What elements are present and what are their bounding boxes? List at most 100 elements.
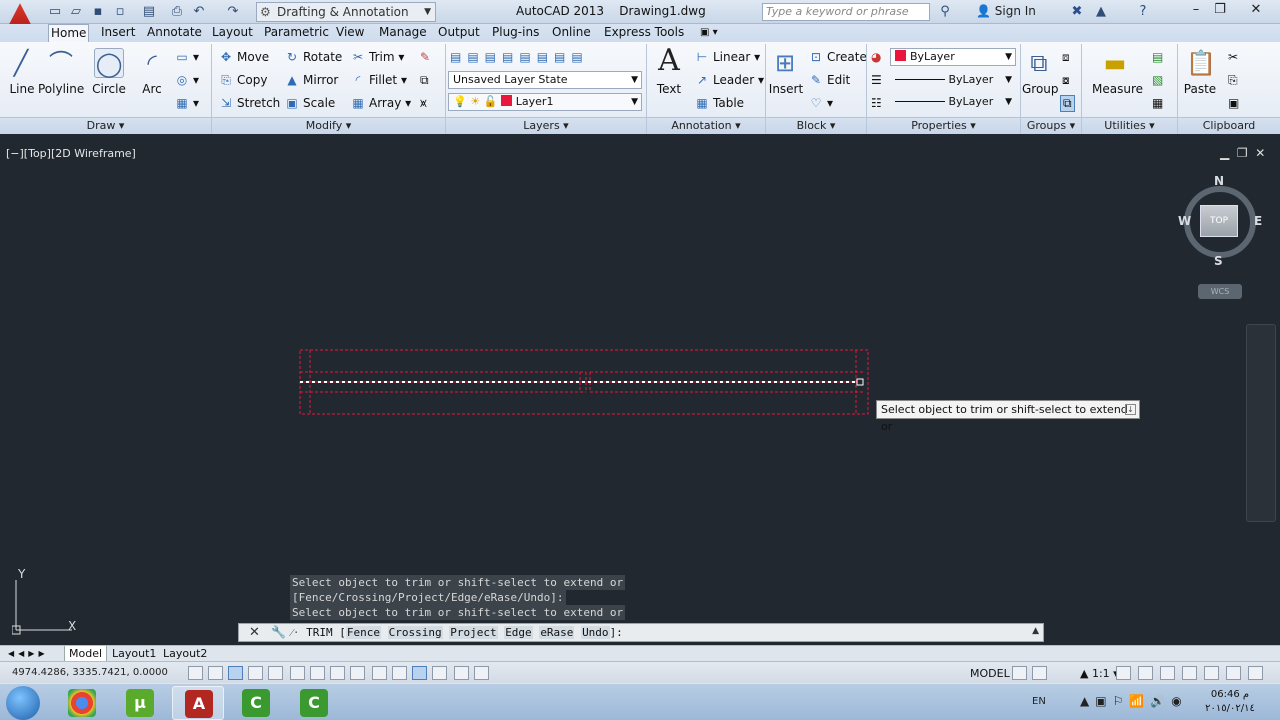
measure-icon[interactable]: ▬ — [1100, 48, 1130, 78]
close-icon[interactable]: ✕ — [249, 625, 260, 640]
option-erase[interactable]: eRase — [539, 626, 575, 639]
cut-icon[interactable]: ✂ — [1228, 50, 1238, 64]
match-icon[interactable]: ▣ — [1228, 96, 1239, 110]
edit-block-button[interactable]: ✎ Edit — [808, 73, 850, 87]
offset-icon[interactable]: ⩙ — [420, 96, 427, 111]
tab-nav-arrows[interactable]: ◀◀▶▶ — [4, 646, 53, 662]
tab-layout[interactable]: Layout — [210, 24, 255, 42]
close-icon[interactable]: ✕ — [1255, 146, 1265, 160]
tab-parametric[interactable]: Parametric — [262, 24, 331, 42]
coordinate-readout[interactable]: 4974.4286, 3335.7421, 0.0000 — [12, 667, 168, 678]
binoculars-icon[interactable]: ⚲ — [936, 3, 954, 21]
object-snap-icon[interactable] — [290, 666, 305, 680]
quick-select-icon[interactable]: ▤ — [1152, 50, 1163, 64]
model-space-toggle[interactable]: MODEL — [970, 667, 1010, 680]
taskbar-app-camtasia-2[interactable]: C — [288, 686, 340, 720]
lock-ui-icon[interactable] — [1182, 666, 1197, 680]
taskbar-app-camtasia-1[interactable]: C — [230, 686, 282, 720]
leader-button[interactable]: ↗ Leader ▾ — [694, 73, 764, 87]
option-undo[interactable]: Undo — [581, 626, 610, 639]
block-panel-title[interactable]: Block ▾ — [766, 117, 866, 134]
wrench-icon[interactable]: 🔧 — [271, 625, 286, 639]
plot-icon[interactable]: ▤ — [140, 3, 158, 21]
open-icon[interactable]: ▱ — [67, 3, 85, 21]
help-icon[interactable]: ? — [1134, 3, 1152, 21]
text-icon[interactable]: A — [654, 46, 684, 76]
dynamic-input-icon[interactable] — [372, 666, 387, 680]
undo-icon[interactable]: ↶ — [190, 3, 208, 21]
stretch-button[interactable]: ⇲ Stretch — [218, 96, 280, 110]
tab-online[interactable]: Online — [550, 24, 593, 42]
viewport-controls[interactable]: [−][Top][2D Wireframe] — [6, 147, 136, 160]
linetype-dropdown[interactable]: ByLayer ▼ — [890, 71, 1016, 89]
option-project[interactable]: Project — [449, 626, 498, 639]
erase-icon[interactable]: ✎ — [420, 50, 430, 64]
object-snap-tracking-icon[interactable] — [330, 666, 345, 680]
match-properties-icon[interactable]: ◕ — [871, 50, 881, 64]
auto-scale-icon[interactable] — [1138, 666, 1153, 680]
command-line[interactable]: ✕ 🔧 ⁄· TRIM [Fence Crossing Project Edge… — [238, 623, 1044, 642]
tab-model[interactable]: Model — [64, 646, 108, 662]
calculator-icon[interactable]: ▦ — [1152, 96, 1163, 110]
tab-home[interactable]: Home — [48, 24, 90, 42]
annotation-visibility-icon[interactable] — [1116, 666, 1131, 680]
arc-button[interactable]: Arc — [138, 82, 166, 96]
tab-insert[interactable]: Insert — [99, 24, 137, 42]
tab-output[interactable]: Output — [436, 24, 482, 42]
chevron-up-icon[interactable]: ▲ — [1032, 626, 1039, 636]
array-button[interactable]: ▦ Array ▾ — [350, 96, 411, 110]
polar-tracking-icon[interactable] — [268, 666, 283, 680]
utilities-panel-title[interactable]: Utilities ▾ — [1082, 117, 1177, 134]
circle-icon[interactable]: ◯ — [94, 48, 124, 78]
grid-display-icon[interactable] — [228, 666, 243, 680]
save-as-icon[interactable]: ▫ — [111, 3, 129, 21]
measure-button[interactable]: Measure — [1092, 82, 1143, 96]
print-icon[interactable]: ⎙ — [168, 3, 186, 21]
autodesk360-icon[interactable]: ▲ — [1092, 3, 1110, 21]
option-edge[interactable]: Edge — [504, 626, 533, 639]
circle-button[interactable]: Circle — [92, 82, 126, 96]
ribbon-toggle-icon[interactable]: ▣ ▾ — [698, 24, 720, 42]
region-icon[interactable]: ▦ ▾ — [174, 96, 199, 110]
group-selection-icon[interactable]: ⧉ — [1060, 95, 1075, 112]
option-fence[interactable]: Fence — [345, 626, 381, 639]
tab-manage[interactable]: Manage — [377, 24, 429, 42]
arc-icon[interactable]: ◜ — [137, 48, 167, 78]
paste-button[interactable]: Paste — [1182, 82, 1218, 96]
insert-button[interactable]: Insert — [768, 82, 804, 96]
select-all-icon[interactable]: ▧ — [1152, 73, 1163, 87]
compass-south[interactable]: S — [1214, 254, 1223, 268]
rotate-button[interactable]: ↻ Rotate — [284, 50, 342, 64]
minimize-icon[interactable]: ▁ — [1220, 146, 1229, 160]
group-icon[interactable]: ⧉ — [1024, 48, 1054, 78]
group-button[interactable]: Group — [1022, 82, 1059, 96]
transparency-icon[interactable] — [412, 666, 427, 680]
create-block-button[interactable]: ⊡ Create — [808, 50, 867, 64]
selection-cycling-icon[interactable] — [454, 666, 469, 680]
tab-annotate[interactable]: Annotate — [145, 24, 204, 42]
compass-west[interactable]: W — [1178, 214, 1191, 228]
attribute-icon[interactable]: ♡ ▾ — [808, 96, 833, 110]
system-tray-icons[interactable]: ▲▣⚐📶🔊◉ — [1080, 694, 1188, 708]
command-prompt[interactable]: ⁄· TRIM [Fence Crossing Project Edge eRa… — [291, 626, 623, 639]
modify-panel-title[interactable]: Modify ▾ — [212, 117, 445, 134]
text-button[interactable]: Text — [654, 82, 684, 96]
insert-block-icon[interactable]: ⊞ — [770, 48, 800, 78]
status-bar-menu-icon[interactable] — [1248, 666, 1263, 680]
copy-button[interactable]: ⎘ Copy — [218, 73, 267, 88]
search-input[interactable]: Type a keyword or phrase — [762, 3, 930, 21]
layer-tools-icons[interactable]: ▤▤▤▤▤▤▤▤ — [450, 50, 589, 64]
tab-express-tools[interactable]: Express Tools — [602, 24, 686, 42]
3d-osnap-icon[interactable] — [310, 666, 325, 680]
group-edit-icon[interactable]: ⧇ — [1062, 73, 1070, 88]
linear-button[interactable]: ⊢ Linear ▾ — [694, 50, 760, 64]
line-button[interactable]: Line — [8, 82, 36, 96]
annotation-panel-title[interactable]: Annotation ▾ — [647, 117, 765, 134]
tab-layout1[interactable]: Layout1 — [108, 646, 160, 662]
layer-state-dropdown[interactable]: Unsaved Layer State ▼ — [448, 71, 642, 89]
restore-button[interactable]: ❐ — [1210, 2, 1230, 20]
dynamic-ucs-icon[interactable] — [350, 666, 365, 680]
hardware-acceleration-icon[interactable] — [1204, 666, 1219, 680]
redo-icon[interactable]: ↷ — [224, 3, 242, 21]
polyline-button[interactable]: Polyline — [38, 82, 84, 96]
